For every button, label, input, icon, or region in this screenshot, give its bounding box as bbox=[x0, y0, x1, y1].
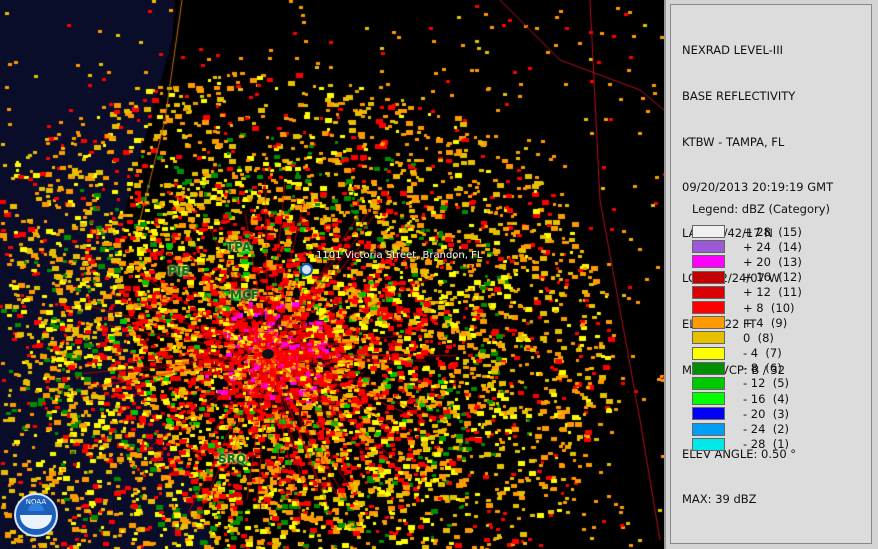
legend-label: - 12 (5) bbox=[743, 376, 790, 391]
info-panel: NEXRAD LEVEL-III BASE REFLECTIVITY KTBW … bbox=[670, 4, 872, 544]
legend-row: + 28 (15) bbox=[692, 224, 802, 239]
legend-label: + 28 (15) bbox=[743, 224, 802, 239]
legend-swatch bbox=[692, 331, 725, 345]
legend-row: - 28 (1) bbox=[692, 437, 802, 452]
legend-label: + 8 (10) bbox=[743, 300, 795, 315]
legend-row: + 4 (9) bbox=[692, 315, 802, 330]
legend-row: 0 (8) bbox=[692, 330, 802, 345]
city-label-pie: PIE bbox=[168, 264, 190, 278]
radar-map[interactable]: TPA PIE MCF SRQ 1101 Victoria Street, Br… bbox=[0, 0, 666, 549]
legend-swatch bbox=[692, 437, 725, 451]
city-label-mcf: MCF bbox=[230, 288, 259, 302]
legend-swatch bbox=[692, 255, 725, 269]
legend-swatch bbox=[692, 422, 725, 436]
legend-row: - 12 (5) bbox=[692, 376, 802, 391]
legend-swatch bbox=[692, 361, 725, 375]
legend-label: + 16 (12) bbox=[743, 270, 802, 285]
legend-label: - 8 (6) bbox=[743, 361, 782, 376]
legend-swatch bbox=[692, 376, 725, 390]
legend-label: - 4 (7) bbox=[743, 346, 782, 361]
legend-label: - 16 (4) bbox=[743, 391, 790, 406]
legend-row: - 20 (3) bbox=[692, 406, 802, 421]
legend-swatch bbox=[692, 225, 725, 239]
legend-swatch bbox=[692, 407, 725, 421]
legend-swatch bbox=[692, 240, 725, 254]
max-reflectivity: MAX: 39 dBZ bbox=[682, 492, 757, 507]
legend-row: + 16 (12) bbox=[692, 270, 802, 285]
legend-label: + 12 (11) bbox=[743, 285, 802, 300]
location-address-label: 1101 Victoria Street, Brandon, FL bbox=[316, 250, 483, 261]
legend-swatch bbox=[692, 270, 725, 284]
legend-row: - 4 (7) bbox=[692, 346, 802, 361]
legend-label: 0 (8) bbox=[743, 330, 774, 345]
legend-row: + 12 (11) bbox=[692, 285, 802, 300]
legend-label: - 24 (2) bbox=[743, 422, 790, 437]
legend-row: - 24 (2) bbox=[692, 421, 802, 436]
noaa-wave-shape bbox=[20, 515, 52, 529]
legend-row: - 16 (4) bbox=[692, 391, 802, 406]
product-type: BASE REFLECTIVITY bbox=[682, 89, 796, 103]
legend-row: + 20 (13) bbox=[692, 254, 802, 269]
radar-site-marker bbox=[262, 349, 274, 359]
legend-label: + 24 (14) bbox=[743, 239, 802, 254]
legend-row: + 8 (10) bbox=[692, 300, 802, 315]
legend-swatch bbox=[692, 301, 725, 315]
city-label-srq: SRQ bbox=[218, 452, 247, 466]
legend-swatch bbox=[692, 316, 725, 330]
legend-label: + 20 (13) bbox=[743, 254, 802, 269]
legend-label: + 4 (9) bbox=[743, 315, 788, 330]
legend-swatch bbox=[692, 392, 725, 406]
legend-swatch bbox=[692, 285, 725, 299]
legend-swatch bbox=[692, 346, 725, 360]
legend-title: Legend: dBZ (Category) bbox=[692, 202, 830, 216]
legend: + 28 (15) + 24 (14) + 20 (13) + 16 (12) + 12… bbox=[692, 224, 802, 452]
scan-datetime: 09/20/2013 20:19:19 GMT bbox=[682, 180, 834, 195]
location-marker[interactable] bbox=[300, 263, 313, 276]
city-label-tpa: TPA bbox=[226, 240, 252, 254]
legend-row: + 24 (14) bbox=[692, 239, 802, 254]
noaa-logo-icon: NOAA bbox=[14, 493, 58, 537]
station-name: KTBW - TAMPA, FL bbox=[682, 134, 785, 149]
reflectivity-layer bbox=[0, 0, 664, 549]
product-name: NEXRAD LEVEL-III bbox=[682, 43, 783, 58]
legend-label: - 20 (3) bbox=[743, 406, 790, 421]
legend-label: - 28 (1) bbox=[743, 437, 790, 452]
legend-row: - 8 (6) bbox=[692, 361, 802, 376]
